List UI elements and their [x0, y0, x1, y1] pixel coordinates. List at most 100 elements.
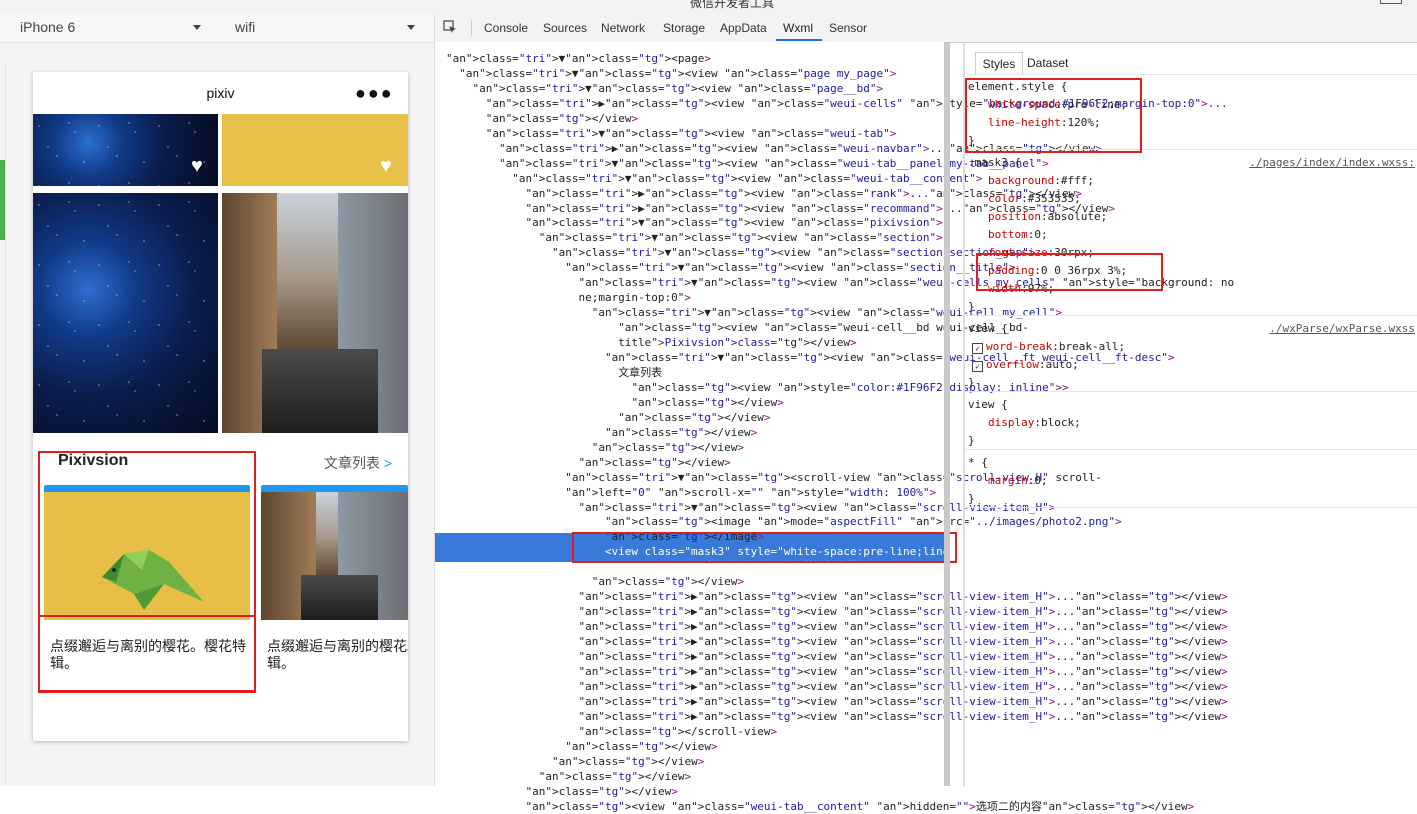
style-selector[interactable]: .mask3 { [968, 154, 1021, 172]
article-list-link[interactable]: 文章列表 > [324, 453, 392, 473]
heart-icon[interactable]: ♥ [191, 156, 203, 176]
wxml-line[interactable]: "an">left="0" "an">scroll-x="" "an">styl… [446, 486, 936, 500]
checkbox-icon: ✓ [972, 343, 983, 354]
style-close-brace: } [968, 300, 975, 313]
style-property[interactable]: margin:0; [988, 472, 1048, 490]
tab-storage[interactable]: Storage [663, 21, 705, 35]
style-property[interactable]: bottom:0; [988, 226, 1048, 244]
annotation-box [572, 532, 957, 563]
wxml-line[interactable]: "an">class="tri">▼"an">class="tg"><view … [446, 231, 943, 245]
wxml-line[interactable]: "an">class="tg"><view "an">style="color:… [446, 381, 1068, 395]
wxml-line[interactable]: "an">class="tri">▶"an">class="tg"><view … [446, 620, 1227, 634]
panel-divider[interactable] [963, 42, 965, 786]
wxml-line[interactable]: "an">class="tri">▶"an">class="tg"><view … [446, 695, 1227, 709]
more-menu-icon[interactable]: ●●● [355, 84, 394, 102]
annotation-box [976, 253, 1163, 291]
wxml-line[interactable]: "an">class="tg"></view> [446, 770, 691, 784]
simulator-divider [5, 66, 6, 786]
wxml-scrollbar[interactable] [944, 42, 950, 786]
style-property[interactable]: ✓ overflow:auto; [972, 356, 1079, 374]
window-title: 微信开发者工具 [690, 0, 775, 10]
style-property[interactable]: position:absolute; [988, 208, 1107, 226]
wxml-line[interactable]: "an">class="tri">▼"an">class="tg"><view … [446, 82, 884, 96]
wxml-line[interactable]: "an">class="tri">▶"an">class="tg"><view … [446, 635, 1227, 649]
wxml-line[interactable]: "an">class="tri">▼"an">class="tg"><view … [446, 127, 897, 141]
wxml-line[interactable]: "an">class="tg"></view> [446, 575, 744, 589]
style-rule-divider [965, 391, 1417, 392]
style-rule-divider [965, 449, 1417, 450]
heart-icon[interactable]: ♥ [380, 156, 392, 176]
active-tab-indicator [776, 39, 822, 41]
gallery-image-street[interactable] [222, 193, 408, 433]
checkbox-icon: ✓ [972, 361, 983, 372]
wxml-line[interactable]: "an">class="tg"></view> [446, 785, 677, 799]
simulator-toolbar: iPhone 6 wifi [0, 14, 434, 43]
style-property[interactable]: ✓ word-break:break-all; [972, 338, 1125, 356]
style-source-link[interactable]: ./wxParse/wxParse.wxss [1269, 322, 1415, 335]
network-select-chevron-down-icon[interactable] [407, 25, 415, 30]
tab-sources[interactable]: Sources [543, 21, 587, 35]
wxml-line[interactable]: "an">class="tri">▼"an">class="tg"><view … [446, 157, 1049, 171]
network-select[interactable]: wifi [235, 19, 255, 35]
wxml-line[interactable]: ne;margin-top:0"> [446, 291, 691, 305]
wxml-line[interactable]: "an">class="tri">▼"an">class="tg"><view … [446, 67, 896, 81]
inspect-element-icon[interactable] [443, 20, 457, 34]
style-selector[interactable]: view { [968, 320, 1008, 338]
article-list-label: 文章列表 [324, 455, 380, 471]
wxml-line[interactable]: "an">class="tri">▶"an">class="tg"><view … [446, 710, 1227, 724]
wxml-line[interactable]: title">Pixivsion">class="tg"></view> [446, 336, 856, 350]
gallery-image-yellow-top[interactable]: ♥ [222, 114, 408, 186]
tab-console[interactable]: Console [484, 21, 528, 35]
tab-network[interactable]: Network [601, 21, 645, 35]
style-selector[interactable]: * { [968, 454, 988, 472]
wxml-line[interactable]: "an">class="tg"></view> [446, 426, 757, 440]
style-rule-divider [965, 507, 1417, 508]
wxml-line[interactable]: "an">class="tg"></view> [446, 456, 730, 470]
wxml-line[interactable]: "an">class="tri">▼"an">class="tg"><page> [446, 52, 711, 66]
style-close-brace: } [968, 434, 975, 447]
device-select-chevron-down-icon[interactable] [193, 25, 201, 30]
style-property[interactable]: color:#353535; [988, 190, 1081, 208]
wxml-line[interactable]: "an">class="tg"></view> [446, 396, 783, 410]
tab-styles[interactable]: Styles [975, 52, 1023, 75]
annotation-box [965, 78, 1142, 153]
wxml-line[interactable]: "an">class="tg"><view "an">class="weui-t… [446, 800, 1194, 814]
wxml-line[interactable]: "an">class="tri">▶"an">class="tg"><view … [446, 680, 1227, 694]
article-card[interactable]: 点缀邂逅与离别的樱花。樱花特辑。 [261, 485, 408, 692]
gallery-image-starfield[interactable] [33, 193, 218, 433]
wxml-line[interactable]: "an">class="tri">▶"an">class="tg"><view … [446, 187, 1081, 201]
wxml-line[interactable]: "an">class="tri">▶"an">class="tg"><view … [446, 590, 1227, 604]
wxml-line[interactable]: "an">class="tri">▼"an">class="tg"><view … [446, 216, 942, 230]
wxml-line[interactable]: "an">class="tri">▶"an">class="tg"><view … [446, 665, 1227, 679]
simulator-side-marker [0, 160, 5, 240]
wxml-line[interactable]: "an">class="tg"></view> [446, 441, 744, 455]
wxml-line[interactable]: "an">class="tg"></scroll-view> [446, 725, 777, 739]
tab-sensor[interactable]: Sensor [829, 21, 867, 35]
wxml-line[interactable]: 文章列表 [446, 366, 662, 380]
tab-wxml[interactable]: Wxml [783, 21, 813, 35]
wxml-line[interactable]: "an">class="tg"><view "an">class="weui-c… [446, 321, 1029, 335]
window-restore-icon[interactable] [1380, 0, 1402, 4]
style-rule-divider [965, 315, 1417, 316]
wxml-line[interactable]: "an">class="tg"><image "an">mode="aspect… [446, 515, 1122, 529]
wxml-line[interactable]: "an">class="tri">▶"an">class="tg"><view … [446, 605, 1227, 619]
style-property[interactable]: background:#fff; [988, 172, 1094, 190]
wxml-line[interactable]: "an">class="tg"></view> [446, 112, 638, 126]
phone-screen: pixiv ●●● ♥ ♥ Pixivsion 文章列表 > 点缀邂逅与离别的樱… [33, 72, 408, 741]
chevron-right-icon: > [383, 455, 393, 471]
wxml-line[interactable]: "an">class="tri">▼"an">class="tg"><view … [446, 261, 1015, 275]
tab-appdata[interactable]: AppData [720, 21, 767, 35]
device-select[interactable]: iPhone 6 [20, 19, 75, 35]
wxml-line[interactable]: "an">class="tg"></view> [446, 740, 717, 754]
style-source-link[interactable]: ./pages/index/index.wxss: [1249, 156, 1415, 169]
style-selector[interactable]: view { [968, 396, 1008, 414]
styles-divider [965, 74, 1417, 75]
tab-dataset[interactable]: Dataset [1027, 56, 1068, 70]
wxml-line[interactable]: "an">class="tg"></view> [446, 755, 704, 769]
style-property[interactable]: display:block; [988, 414, 1081, 432]
wxml-line[interactable]: "an">class="tri">▼"an">class="tg"><view … [446, 172, 982, 186]
card-accent-bar [261, 485, 408, 492]
wxml-line[interactable]: "an">class="tg"></view> [446, 411, 770, 425]
wxml-line[interactable]: "an">class="tri">▶"an">class="tg"><view … [446, 650, 1227, 664]
gallery-image-starfield-top[interactable]: ♥ [33, 114, 218, 186]
